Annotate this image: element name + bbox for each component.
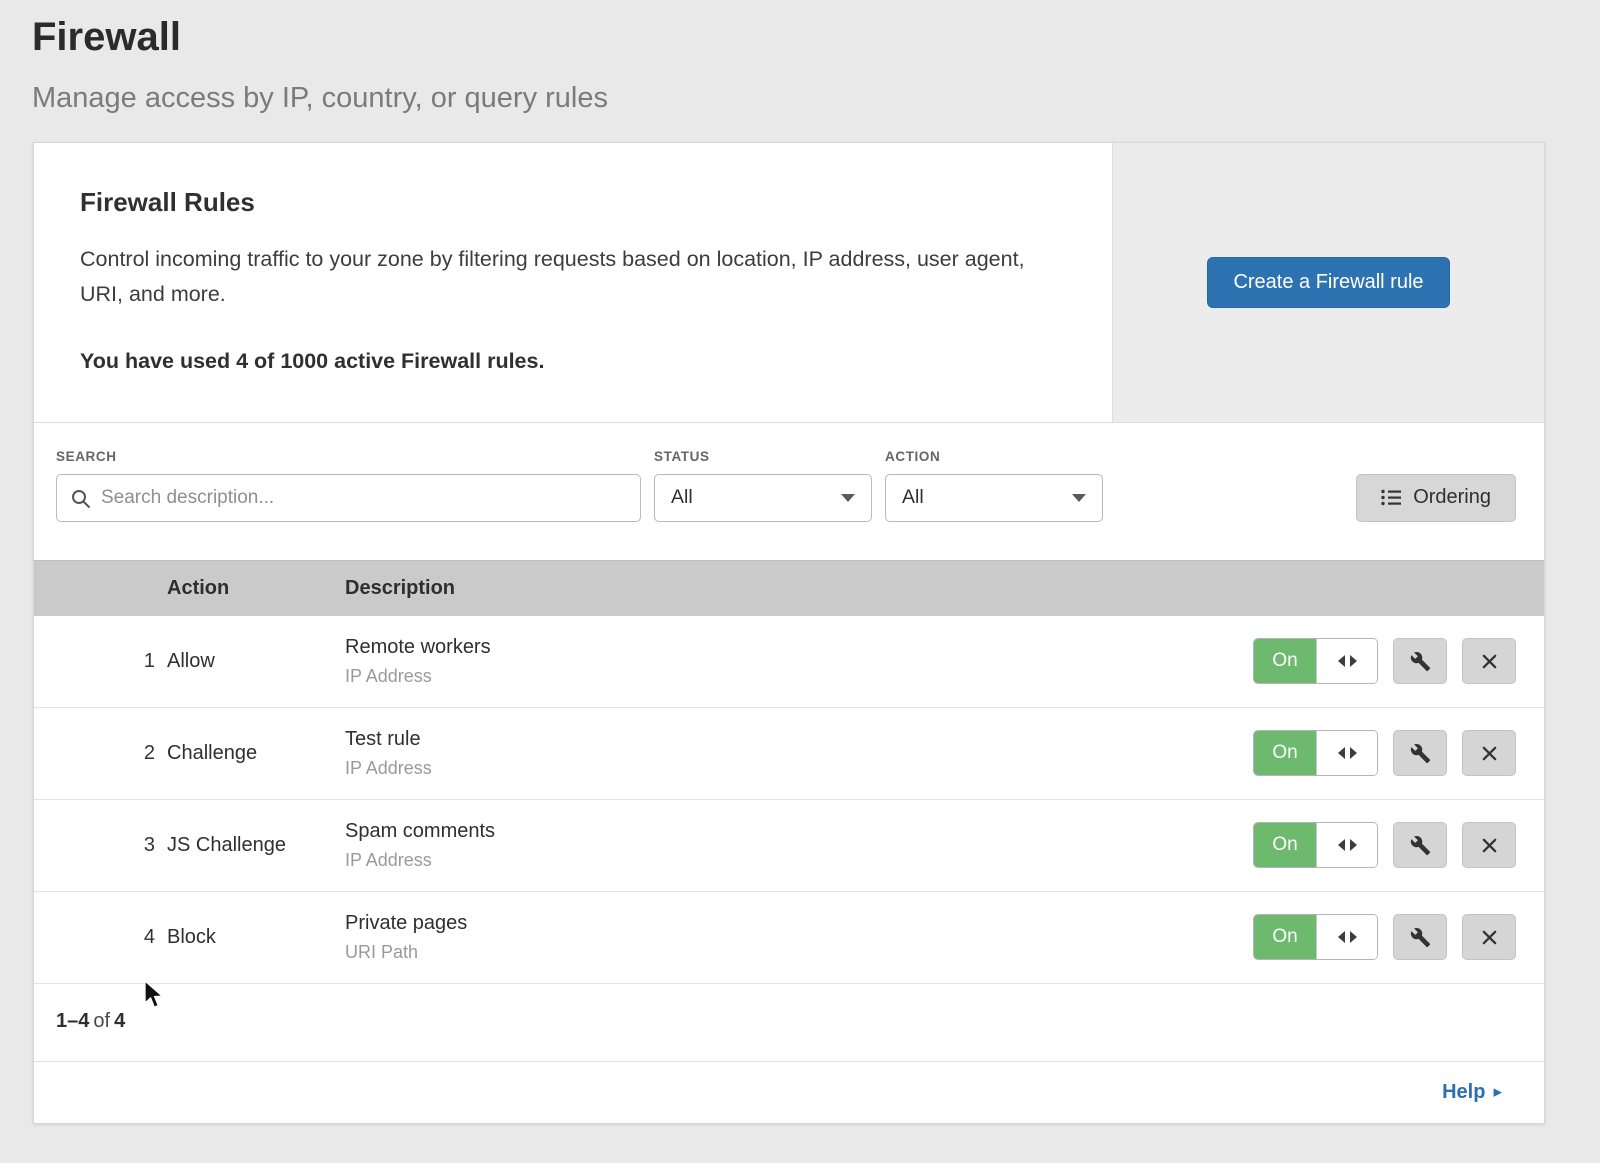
edit-rule-button[interactable] [1393, 822, 1447, 868]
edit-rule-button[interactable] [1393, 730, 1447, 776]
table-row: 4 Block Private pages URI Path On [34, 892, 1544, 984]
status-selected-value: All [671, 486, 693, 509]
card-description: Control incoming traffic to your zone by… [80, 242, 1040, 313]
table-row: 2 Challenge Test rule IP Address On [34, 708, 1544, 800]
search-icon [70, 488, 92, 510]
close-icon [1480, 744, 1499, 763]
delete-rule-button[interactable] [1462, 638, 1516, 684]
rule-match-type: IP Address [345, 666, 1249, 687]
pagination-of: of [89, 1010, 114, 1032]
toggle-on-label[interactable]: On [1254, 639, 1316, 683]
action-select[interactable]: All [885, 474, 1103, 522]
filter-bar: SEARCH STATUS All ACTION All [34, 423, 1544, 560]
page-subtitle: Manage access by IP, country, or query r… [32, 82, 1600, 115]
status-select[interactable]: All [654, 474, 872, 522]
page-header: Firewall Manage access by IP, country, o… [0, 0, 1600, 115]
card-top-section: Firewall Rules Control incoming traffic … [34, 143, 1544, 423]
page-title: Firewall [32, 14, 1600, 60]
close-icon [1480, 652, 1499, 671]
rule-enabled-toggle[interactable]: On [1253, 914, 1378, 960]
rule-description: Private pages [345, 912, 1249, 935]
rule-match-type: URI Path [345, 942, 1249, 963]
toggle-arrows-icon[interactable] [1316, 915, 1377, 959]
rule-enabled-toggle[interactable]: On [1253, 638, 1378, 684]
rule-enabled-toggle[interactable]: On [1253, 730, 1378, 776]
wrench-icon [1410, 835, 1431, 856]
toggle-arrows-icon[interactable] [1316, 639, 1377, 683]
wrench-icon [1410, 743, 1431, 764]
column-header-action: Action [167, 577, 345, 600]
search-box [56, 474, 641, 522]
chevron-down-icon [1072, 494, 1086, 502]
close-icon [1480, 836, 1499, 855]
rule-number: 4 [144, 926, 167, 949]
ordering-label: Ordering [1413, 486, 1491, 509]
action-filter-group: ACTION All [885, 449, 1103, 522]
rule-action: JS Challenge [167, 834, 345, 857]
card-heading: Firewall Rules [80, 187, 1064, 218]
toggle-arrows-icon[interactable] [1316, 823, 1377, 867]
toggle-on-label[interactable]: On [1254, 823, 1316, 867]
status-label: STATUS [654, 449, 872, 464]
firewall-rules-card: Firewall Rules Control incoming traffic … [33, 142, 1545, 1124]
rule-description: Spam comments [345, 820, 1249, 843]
wrench-icon [1410, 651, 1431, 672]
rule-description: Remote workers [345, 636, 1249, 659]
table-row: 1 Allow Remote workers IP Address On [34, 616, 1544, 708]
search-input[interactable] [57, 475, 640, 521]
rule-action: Block [167, 926, 345, 949]
rule-number: 2 [144, 742, 167, 765]
help-arrow-icon: ▸ [1493, 1082, 1502, 1102]
rule-number: 3 [144, 834, 167, 857]
toggle-on-label[interactable]: On [1254, 731, 1316, 775]
rule-action: Allow [167, 650, 345, 673]
chevron-down-icon [841, 494, 855, 502]
search-filter-group: SEARCH [56, 449, 641, 522]
edit-rule-button[interactable] [1393, 914, 1447, 960]
close-icon [1480, 928, 1499, 947]
create-firewall-rule-button[interactable]: Create a Firewall rule [1207, 257, 1449, 308]
rule-number: 1 [144, 650, 167, 673]
rule-enabled-toggle[interactable]: On [1253, 822, 1378, 868]
card-intro: Firewall Rules Control incoming traffic … [34, 143, 1112, 422]
pagination-range: 1–4 [56, 1010, 89, 1032]
action-selected-value: All [902, 486, 924, 509]
pagination-total: 4 [114, 1010, 125, 1032]
rule-action: Challenge [167, 742, 345, 765]
pagination: 1–4of4 [34, 984, 1544, 1061]
rule-match-type: IP Address [345, 758, 1249, 779]
delete-rule-button[interactable] [1462, 914, 1516, 960]
table-row: 3 JS Challenge Spam comments IP Address … [34, 800, 1544, 892]
help-link[interactable]: Help ▸ [1442, 1081, 1502, 1104]
wrench-icon [1410, 927, 1431, 948]
create-panel: Create a Firewall rule [1112, 143, 1544, 422]
table-header: Action Description [34, 560, 1544, 616]
delete-rule-button[interactable] [1462, 822, 1516, 868]
help-label: Help [1442, 1081, 1485, 1104]
delete-rule-button[interactable] [1462, 730, 1516, 776]
ordering-button[interactable]: Ordering [1356, 474, 1516, 522]
card-footer: Help ▸ [34, 1061, 1544, 1123]
toggle-arrows-icon[interactable] [1316, 731, 1377, 775]
search-label: SEARCH [56, 449, 641, 464]
rule-description: Test rule [345, 728, 1249, 751]
status-filter-group: STATUS All [654, 449, 872, 522]
usage-text: You have used 4 of 1000 active Firewall … [80, 349, 1064, 374]
rule-match-type: IP Address [345, 850, 1249, 871]
toggle-on-label[interactable]: On [1254, 915, 1316, 959]
column-header-description: Description [345, 577, 1249, 600]
ordering-icon [1381, 489, 1401, 506]
edit-rule-button[interactable] [1393, 638, 1447, 684]
action-label: ACTION [885, 449, 1103, 464]
